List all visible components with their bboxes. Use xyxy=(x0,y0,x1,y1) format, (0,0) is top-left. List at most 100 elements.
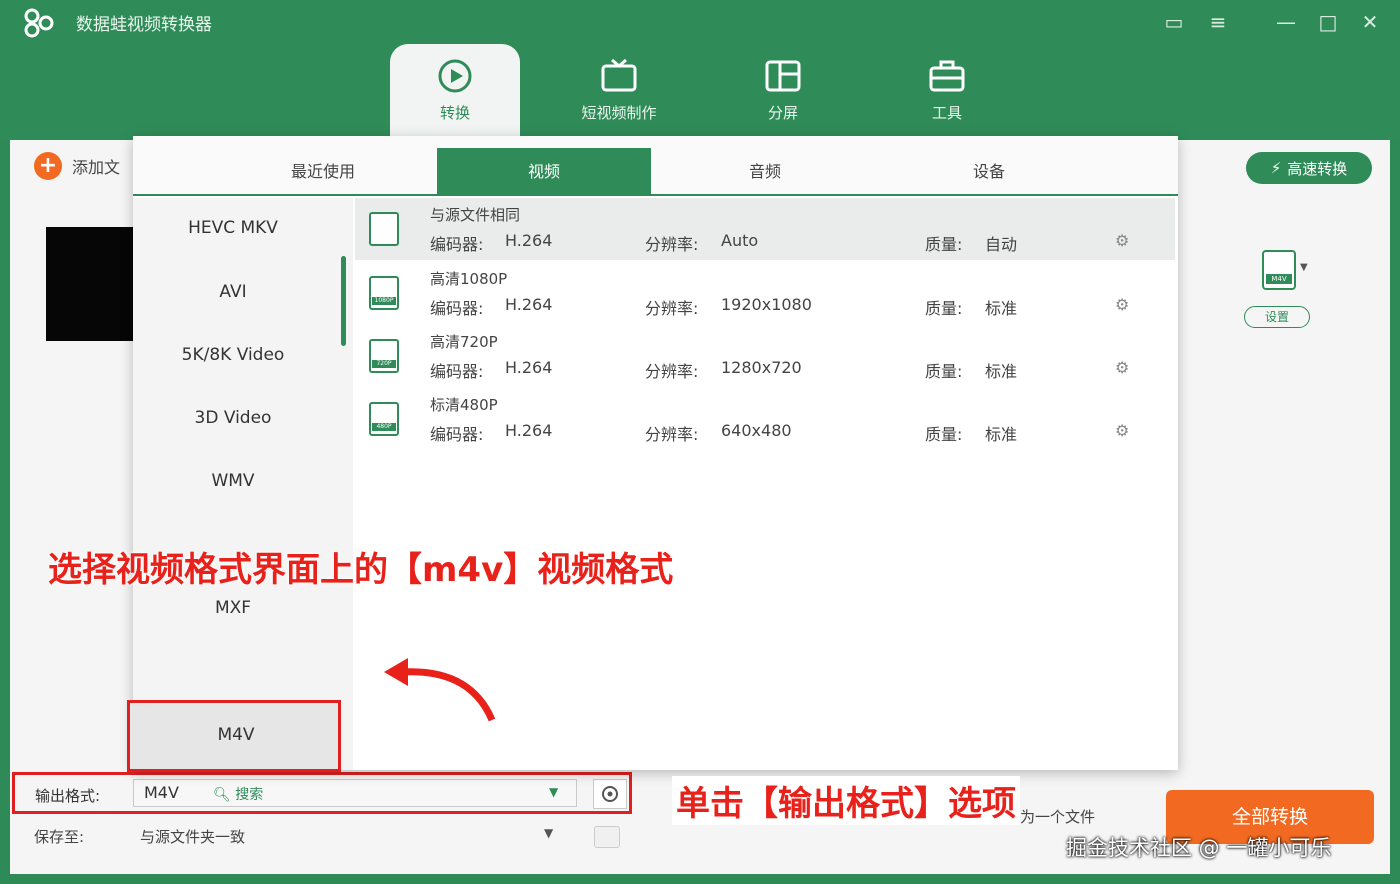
format-item[interactable]: HEVC MKV xyxy=(133,218,333,238)
open-folder-button[interactable] xyxy=(594,826,620,848)
quality-value: 标准 xyxy=(985,425,1018,444)
format-item[interactable]: MXF xyxy=(133,598,333,618)
gear-icon xyxy=(602,786,618,802)
search-label: 搜索 xyxy=(235,787,264,803)
preset-name: 高清1080P xyxy=(430,270,508,288)
format-settings-button[interactable] xyxy=(593,779,627,809)
tv-icon xyxy=(601,58,637,92)
codec-label: 编码器: xyxy=(430,235,484,254)
hd-1080p-icon: 1080P xyxy=(369,276,399,310)
chevron-down-icon[interactable]: ▼ xyxy=(544,826,553,840)
tab-convert[interactable]: 转换 xyxy=(390,44,520,136)
tab-split-screen[interactable]: 分屏 xyxy=(718,44,848,136)
codec-value: H.264 xyxy=(505,358,553,377)
hd-720p-icon: 720P xyxy=(369,339,399,373)
output-format-select[interactable]: M4V xyxy=(133,779,577,807)
resolution-value: Auto xyxy=(721,231,759,250)
watermark: 掘金技术社区 @ 一罐小可乐 xyxy=(1066,836,1332,860)
split-screen-icon xyxy=(765,60,801,92)
quality-label: 质量: xyxy=(925,235,963,254)
menu-icon[interactable]: ≡ xyxy=(1204,8,1232,36)
resolution-value: 1280x720 xyxy=(721,358,802,377)
codec-value: H.264 xyxy=(505,295,553,314)
turbo-label: 高速转换 xyxy=(1287,159,1348,178)
preset-row[interactable]: 与源文件相同 编码器: H.264 分辨率: Auto 质量: 自动 ⚙ xyxy=(355,198,1175,260)
tab-label: 工具 xyxy=(931,104,962,122)
tab-tools[interactable]: 工具 xyxy=(882,44,1012,136)
search-button[interactable]: 🔍︎ 搜索 xyxy=(213,784,263,804)
codec-value: H.264 xyxy=(505,231,553,250)
app-logo-icon xyxy=(24,8,54,38)
sd-480p-icon: 480P xyxy=(369,402,399,436)
format-list: HEVC MKV AVI 5K/8K Video 3D Video WMV MX… xyxy=(127,198,353,803)
codec-value: H.264 xyxy=(505,421,553,440)
resolution-value: 640x480 xyxy=(721,421,792,440)
resolution-label: 分辨率: xyxy=(645,235,699,254)
format-tag: M4V xyxy=(1266,274,1292,284)
preset-row[interactable]: 1080P 高清1080P 编码器: H.264 分辨率: 1920x1080 … xyxy=(355,262,1175,324)
format-item[interactable]: AVI xyxy=(133,282,333,302)
chevron-down-icon[interactable]: ▼ xyxy=(549,785,558,799)
turbo-convert-toggle[interactable]: ⚡ 高速转换 xyxy=(1246,152,1372,184)
preset-name: 高清720P xyxy=(430,333,498,351)
gear-icon[interactable]: ⚙ xyxy=(1115,421,1129,440)
preset-tag: 1080P xyxy=(372,297,396,305)
lightning-icon: ⚡ xyxy=(1270,159,1282,177)
codec-label: 编码器: xyxy=(430,425,484,444)
format-item[interactable]: 3D Video xyxy=(133,408,333,428)
settings-button[interactable]: 设置 xyxy=(1244,306,1310,328)
output-format-label: 输出格式: xyxy=(35,787,101,805)
maximize-button[interactable]: □ xyxy=(1314,8,1342,36)
arrow-icon xyxy=(384,658,496,722)
tab-device[interactable]: 设备 xyxy=(877,148,1101,196)
tab-short-video[interactable]: 短视频制作 xyxy=(554,44,684,136)
format-dropdown-panel: 最近使用 视频 音频 设备 HEVC MKV AVI 5K/8K Video 3… xyxy=(127,136,1178,803)
tab-video[interactable]: 视频 xyxy=(437,148,651,196)
output-format-icon[interactable]: M4V xyxy=(1262,250,1296,290)
annotation-click-output: 单击【输出格式】选项 xyxy=(672,776,1020,825)
tab-label: 短视频制作 xyxy=(581,104,657,122)
gear-icon[interactable]: ⚙ xyxy=(1115,358,1129,377)
scrollbar[interactable] xyxy=(341,256,346,346)
quality-label: 质量: xyxy=(925,425,963,444)
video-thumbnail[interactable] xyxy=(46,227,136,341)
quality-label: 质量: xyxy=(925,299,963,318)
gear-icon[interactable]: ⚙ xyxy=(1115,295,1129,314)
feedback-icon[interactable]: ▭ xyxy=(1160,8,1188,36)
chevron-down-icon[interactable]: ▼ xyxy=(1300,262,1308,273)
minimize-button[interactable]: — xyxy=(1272,8,1300,36)
toolbox-icon xyxy=(929,60,965,92)
resolution-label: 分辨率: xyxy=(645,425,699,444)
tab-label: 转换 xyxy=(439,104,470,122)
preset-name: 标清480P xyxy=(430,396,498,414)
app-title: 数据蛙视频转换器 xyxy=(76,15,212,35)
codec-label: 编码器: xyxy=(430,299,484,318)
resolution-value: 1920x1080 xyxy=(721,295,812,314)
title-bar: 数据蛙视频转换器 ▭ ≡ — □ ✕ 转换 短视频制作 分屏 工具 xyxy=(0,0,1400,140)
format-item-label: M4V xyxy=(217,725,255,745)
annotation-select-format: 选择视频格式界面上的【m4v】视频格式 xyxy=(48,550,674,590)
save-to-label: 保存至: xyxy=(34,828,85,846)
gear-icon[interactable]: ⚙ xyxy=(1115,231,1129,250)
same-as-source-icon xyxy=(369,212,399,246)
add-file-button[interactable]: + 添加文 xyxy=(34,152,120,180)
preset-row[interactable]: 720P 高清720P 编码器: H.264 分辨率: 1280x720 质量:… xyxy=(355,325,1175,387)
convert-icon xyxy=(438,59,472,93)
resolution-label: 分辨率: xyxy=(645,299,699,318)
format-item[interactable]: WMV xyxy=(133,471,333,491)
tab-audio[interactable]: 音频 xyxy=(657,148,873,196)
quality-label: 质量: xyxy=(925,362,963,381)
preset-tag: 720P xyxy=(372,360,396,368)
resolution-label: 分辨率: xyxy=(645,362,699,381)
output-format-row: 输出格式: M4V ▼ xyxy=(12,772,632,814)
tab-recent[interactable]: 最近使用 xyxy=(213,148,433,196)
save-to-select[interactable]: 与源文件夹一致 xyxy=(140,826,245,847)
preset-tag: 480P xyxy=(372,423,396,431)
codec-label: 编码器: xyxy=(430,362,484,381)
format-item-selected[interactable]: M4V xyxy=(127,700,341,772)
quality-value: 标准 xyxy=(985,299,1018,318)
preset-name: 与源文件相同 xyxy=(430,206,521,224)
format-item[interactable]: 5K/8K Video xyxy=(133,345,333,365)
close-button[interactable]: ✕ xyxy=(1356,8,1384,36)
preset-row[interactable]: 480P 标清480P 编码器: H.264 分辨率: 640x480 质量: … xyxy=(355,388,1175,450)
